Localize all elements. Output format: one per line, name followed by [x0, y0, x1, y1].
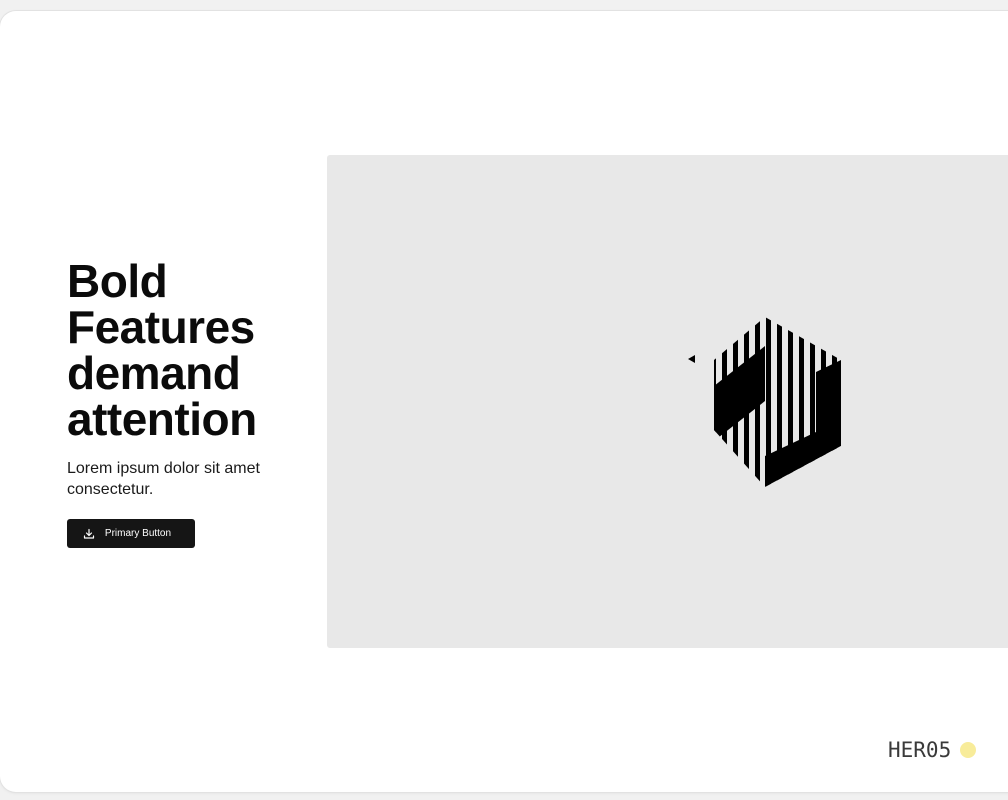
primary-button[interactable]: Primary Button	[67, 519, 195, 548]
headline-line: demand	[67, 347, 241, 399]
hero-image-panel	[327, 155, 1008, 648]
headline-line: Features	[67, 301, 255, 353]
download-icon	[83, 528, 95, 540]
section-tag-label: HER05	[888, 738, 952, 762]
hero-headline: Bold Features demand attention	[67, 258, 307, 442]
primary-button-label: Primary Button	[104, 528, 172, 539]
hero-subtext: Lorem ipsum dolor sit amet consectetur.	[67, 460, 260, 498]
hero-text-block: Bold Features demand attention Lorem ips…	[67, 258, 307, 500]
status-dot	[960, 742, 977, 758]
headline-line: attention	[67, 393, 257, 445]
striped-hexagon-logo-icon	[686, 316, 844, 488]
section-tag: HER05	[888, 738, 977, 762]
headline-line: Bold	[67, 255, 168, 307]
